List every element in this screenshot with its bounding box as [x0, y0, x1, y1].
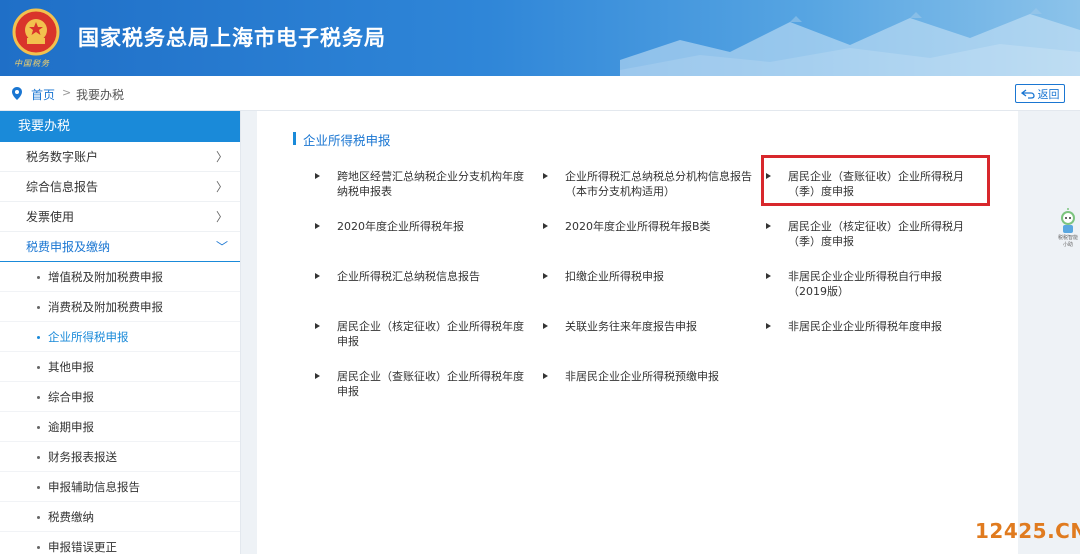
- triangle-bullet-icon: [766, 323, 771, 329]
- service-link-label: 非居民企业企业所得税年度申报: [788, 320, 942, 333]
- sidebar-subitem[interactable]: 其他申报: [0, 352, 240, 382]
- sidebar-subitem[interactable]: 增值税及附加税费申报: [0, 262, 240, 292]
- service-link-highlighted[interactable]: 居民企业（查账征收）企业所得税月（季）度申报: [766, 169, 978, 199]
- sidebar-item-info-report[interactable]: 综合信息报告 〉: [0, 172, 240, 202]
- location-pin-icon: [12, 87, 22, 100]
- triangle-bullet-icon: [766, 223, 771, 229]
- sidebar: 我要办税 税务数字账户 〉 综合信息报告 〉 发票使用 〉 税费申报及缴纳 ﹀ …: [0, 111, 241, 554]
- triangle-bullet-icon: [315, 323, 320, 329]
- breadcrumb-separator: >: [62, 86, 72, 99]
- service-link-label: 非居民企业企业所得税自行申报（2019版）: [788, 270, 942, 298]
- section-title: 企业所得税申报: [293, 130, 391, 149]
- service-link[interactable]: 跨地区经营汇总纳税企业分支机构年度纳税申报表: [315, 169, 527, 199]
- sidebar-heading[interactable]: 我要办税: [0, 111, 240, 142]
- service-link-label: 非居民企业企业所得税预缴申报: [565, 370, 719, 383]
- service-link-label: 2020年度企业所得税年报B类: [565, 220, 711, 233]
- breadcrumb: 首页 > 我要办税 返回: [0, 76, 1080, 111]
- site-header: 中国税务 国家税务总局上海市电子税务局: [0, 0, 1080, 76]
- service-link-label: 居民企业（核定征收）企业所得税月（季）度申报: [788, 220, 964, 248]
- sidebar-item-label: 发票使用: [26, 210, 75, 224]
- sidebar-subitem[interactable]: 消费税及附加税费申报: [0, 292, 240, 322]
- service-link-label: 企业所得税汇总纳税信息报告: [337, 270, 480, 283]
- service-link[interactable]: 2020年度企业所得税年报: [315, 219, 527, 234]
- chevron-right-icon: 〉: [215, 210, 228, 224]
- triangle-bullet-icon: [315, 273, 320, 279]
- sidebar-subitem[interactable]: 逾期申报: [0, 412, 240, 442]
- watermark: 12425.CN: [975, 519, 1080, 543]
- service-link[interactable]: 企业所得税汇总纳税信息报告: [315, 269, 527, 284]
- emblem-caption: 中国税务: [14, 59, 50, 68]
- sidebar-subitem[interactable]: 财务报表报送: [0, 442, 240, 472]
- back-button[interactable]: 返回: [1015, 84, 1065, 103]
- main-panel: 企业所得税申报 跨地区经营汇总纳税企业分支机构年度纳税申报表 企业所得税汇总纳税…: [257, 111, 1018, 554]
- tax-emblem-logo: [12, 8, 60, 56]
- service-link[interactable]: 非居民企业企业所得税年度申报: [766, 319, 978, 334]
- service-link[interactable]: 居民企业（查账征收）企业所得税年度申报: [315, 369, 527, 399]
- service-link[interactable]: 关联业务往来年度报告申报: [543, 319, 755, 334]
- triangle-bullet-icon: [543, 273, 548, 279]
- sidebar-subitem[interactable]: 申报辅助信息报告: [0, 472, 240, 502]
- sidebar-item-tax-digital-account[interactable]: 税务数字账户 〉: [0, 142, 240, 172]
- sidebar-item-tax-filing[interactable]: 税费申报及缴纳 ﹀: [0, 232, 240, 262]
- sidebar-subitem[interactable]: 申报错误更正: [0, 532, 240, 554]
- triangle-bullet-icon: [766, 273, 771, 279]
- chevron-down-icon: ﹀: [215, 240, 228, 254]
- service-link[interactable]: 居民企业（核定征收）企业所得税年度申报: [315, 319, 527, 349]
- triangle-bullet-icon: [315, 223, 320, 229]
- service-link-label: 2020年度企业所得税年报: [337, 220, 464, 233]
- service-link[interactable]: 非居民企业企业所得税预缴申报: [543, 369, 755, 384]
- site-title: 国家税务总局上海市电子税务局: [78, 26, 386, 50]
- service-link-label: 扣缴企业所得税申报: [565, 270, 664, 283]
- triangle-bullet-icon: [315, 173, 320, 179]
- breadcrumb-home-link[interactable]: 首页: [31, 86, 55, 103]
- service-link[interactable]: 2020年度企业所得税年报B类: [543, 219, 755, 234]
- sidebar-item-invoice[interactable]: 发票使用 〉: [0, 202, 240, 232]
- sidebar-subitem[interactable]: 综合申报: [0, 382, 240, 412]
- sidebar-item-label: 综合信息报告: [26, 180, 99, 194]
- sidebar-subitem[interactable]: 税费缴纳: [0, 502, 240, 532]
- sidebar-item-label: 税务数字账户: [26, 150, 99, 164]
- return-arrow-icon: [1020, 88, 1035, 99]
- service-link-label: 居民企业（核定征收）企业所得税年度申报: [337, 320, 524, 348]
- chevron-right-icon: 〉: [215, 180, 228, 194]
- triangle-bullet-icon: [766, 173, 771, 179]
- sidebar-subitem-active[interactable]: 企业所得税申报: [0, 322, 240, 352]
- sidebar-item-label: 税费申报及缴纳: [26, 240, 111, 254]
- triangle-bullet-icon: [543, 323, 548, 329]
- service-link-label: 跨地区经营汇总纳税企业分支机构年度纳税申报表: [337, 170, 524, 198]
- service-link[interactable]: 企业所得税汇总纳税总分机构信息报告（本市分支机构适用）: [543, 169, 755, 199]
- chevron-right-icon: 〉: [215, 150, 228, 164]
- great-wall-background: [620, 8, 1080, 76]
- triangle-bullet-icon: [543, 173, 548, 179]
- breadcrumb-current: 我要办税: [76, 88, 125, 102]
- service-link[interactable]: 非居民企业企业所得税自行申报（2019版）: [766, 269, 978, 299]
- triangle-bullet-icon: [315, 373, 320, 379]
- service-link-label: 关联业务往来年度报告申报: [565, 320, 697, 333]
- service-link-label: 居民企业（查账征收）企业所得税月（季）度申报: [788, 170, 964, 198]
- triangle-bullet-icon: [543, 223, 548, 229]
- back-button-label: 返回: [1037, 87, 1060, 101]
- assistant-label: 税税智能小助: [1057, 235, 1078, 248]
- service-link-label: 企业所得税汇总纳税总分机构信息报告（本市分支机构适用）: [565, 170, 752, 198]
- triangle-bullet-icon: [543, 373, 548, 379]
- service-link[interactable]: 扣缴企业所得税申报: [543, 269, 755, 284]
- service-link[interactable]: 居民企业（核定征收）企业所得税月（季）度申报: [766, 219, 978, 249]
- service-link-label: 居民企业（查账征收）企业所得税年度申报: [337, 370, 524, 398]
